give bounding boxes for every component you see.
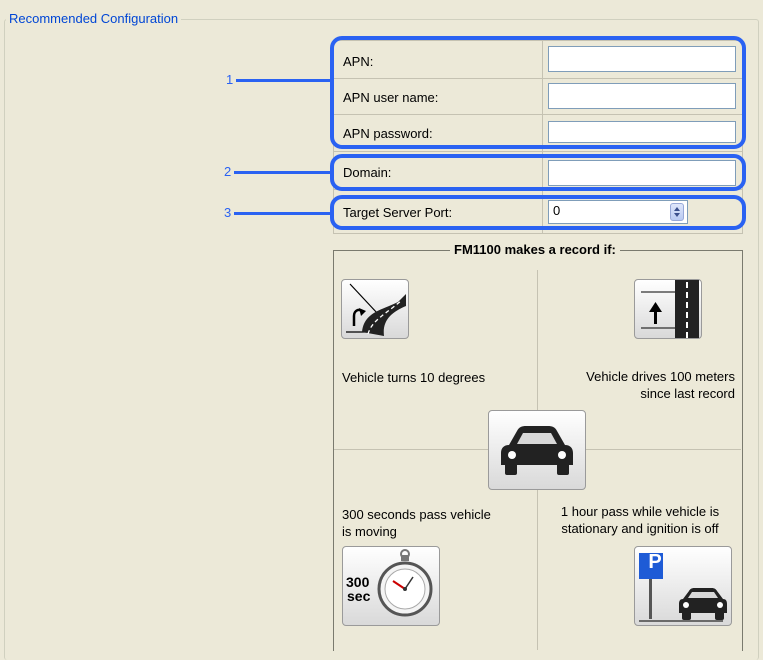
distance-text-line-1: Vehicle drives 100 meters (586, 369, 735, 384)
road-turn-icon (346, 283, 406, 336)
distance-tile (634, 279, 702, 339)
callout-line-3 (234, 212, 332, 215)
highlight-ring-3 (330, 195, 746, 230)
parking-letter: P (648, 551, 662, 573)
highlight-ring-2 (330, 154, 746, 191)
row-divider (334, 151, 742, 152)
callout-line-1 (236, 79, 332, 82)
callout-line-2 (234, 171, 332, 174)
callout-number-1: 1 (226, 72, 234, 87)
stationary-text-line-1: 1 hour pass while vehicle is (560, 504, 720, 519)
stopwatch-label-2: sec (347, 588, 371, 604)
callout-number-3: 3 (224, 205, 232, 220)
car-tile (488, 410, 586, 490)
callout-number-2: 2 (224, 164, 232, 179)
lane-distance-icon (641, 280, 699, 338)
turn-tile (341, 279, 409, 339)
record-section-title: FM1100 makes a record if: (450, 242, 620, 257)
stopwatch-label-1: 300 (346, 574, 370, 590)
stationary-text-line-2: stationary and ignition is off (561, 521, 719, 536)
group-title: Recommended Configuration (6, 11, 182, 26)
distance-text-line-2: since last record (640, 386, 735, 401)
highlight-ring-1 (330, 36, 746, 149)
car-icon (501, 426, 573, 475)
time-text-line-1: 300 seconds pass vehicle (342, 507, 491, 522)
time-text-line-2: is moving (342, 524, 397, 539)
turn-text: Vehicle turns 10 degrees (342, 370, 486, 385)
